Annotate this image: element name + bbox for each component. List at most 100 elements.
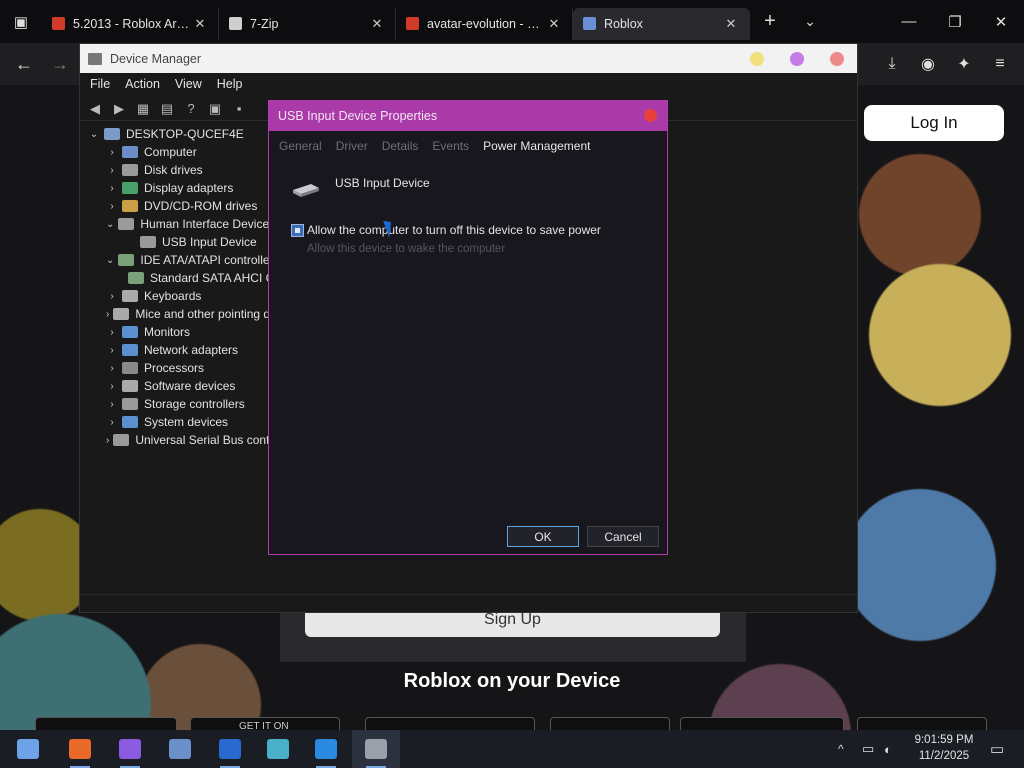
collapse-arrow-icon[interactable]: ⌄ bbox=[88, 129, 100, 140]
expand-arrow-icon[interactable]: › bbox=[106, 399, 118, 410]
menu-file[interactable]: File bbox=[90, 77, 110, 91]
close-button[interactable]: ✕ bbox=[978, 0, 1024, 43]
downloads-icon[interactable]: ⤓ bbox=[874, 43, 910, 85]
back-icon[interactable]: ◀ bbox=[84, 100, 106, 118]
minimize-button[interactable]: — bbox=[886, 0, 932, 43]
tree-node-label: Software devices bbox=[144, 379, 236, 393]
expand-arrow-icon[interactable]: › bbox=[106, 309, 109, 320]
expand-arrow-icon[interactable]: › bbox=[106, 363, 118, 374]
tree-node[interactable]: ⌄ IDE ATA/ATAPI controllers bbox=[80, 251, 270, 269]
allow-turn-off-checkbox[interactable] bbox=[291, 224, 304, 237]
expand-arrow-icon[interactable]: › bbox=[106, 165, 118, 176]
expand-arrow-icon[interactable]: › bbox=[106, 147, 118, 158]
properties-icon[interactable]: ▤ bbox=[156, 100, 178, 118]
browser-tab[interactable]: 5.2013 - Roblox Archive✕ bbox=[42, 7, 219, 40]
menu-help[interactable]: Help bbox=[217, 77, 243, 91]
titlebar-dot-purple[interactable] bbox=[790, 52, 804, 66]
taskbar-powershell-button[interactable] bbox=[206, 730, 254, 768]
tree-node[interactable]: › Computer bbox=[80, 143, 270, 161]
browser-tab[interactable]: 7-Zip ✕ bbox=[219, 7, 396, 40]
taskbar-device-manager-button[interactable] bbox=[352, 730, 400, 768]
tree-node[interactable]: › Network adapters bbox=[80, 341, 270, 359]
login-button[interactable]: Log In bbox=[864, 105, 1004, 141]
notifications-icon[interactable]: ▭ bbox=[990, 730, 1004, 768]
scan-hardware-icon[interactable]: ▪ bbox=[228, 100, 250, 118]
expand-arrow-icon[interactable]: › bbox=[106, 327, 118, 338]
extensions-icon[interactable]: ✦ bbox=[946, 43, 982, 85]
start-icon bbox=[17, 739, 39, 759]
tree-node[interactable]: › Storage controllers bbox=[80, 395, 270, 413]
tab-list-button[interactable]: ⌄ bbox=[790, 13, 830, 30]
tree-node[interactable]: USB Input Device bbox=[80, 233, 270, 251]
titlebar-dot-red[interactable] bbox=[830, 52, 844, 66]
dialog-tab[interactable]: Power Management bbox=[483, 139, 590, 153]
tray-overflow-chevron[interactable]: ^ bbox=[838, 730, 844, 768]
dialog-close-button[interactable] bbox=[644, 109, 657, 122]
titlebar-dot-yellow[interactable] bbox=[750, 52, 764, 66]
expand-arrow-icon[interactable]: › bbox=[106, 291, 118, 302]
device-category-icon bbox=[122, 380, 138, 392]
tree-node[interactable]: › DVD/CD-ROM drives bbox=[80, 197, 270, 215]
tab-overview-icon[interactable]: ▣ bbox=[0, 0, 42, 43]
expand-arrow-icon[interactable]: › bbox=[106, 345, 118, 356]
tab-close-icon[interactable]: ✕ bbox=[546, 16, 562, 32]
tree-node-label: DESKTOP-QUCEF4E bbox=[126, 127, 244, 141]
expand-arrow-icon[interactable]: › bbox=[106, 435, 109, 446]
expand-arrow-icon[interactable]: › bbox=[106, 417, 118, 428]
help-icon[interactable]: ? bbox=[180, 100, 202, 118]
new-tab-button[interactable]: + bbox=[750, 10, 790, 33]
tree-node[interactable]: › Disk drives bbox=[80, 161, 270, 179]
tree-node[interactable]: › Keyboards bbox=[80, 287, 270, 305]
taskbar-task-manager-button[interactable] bbox=[254, 730, 302, 768]
account-icon[interactable]: ◉ bbox=[910, 43, 946, 85]
tab-close-icon[interactable]: ✕ bbox=[723, 16, 739, 32]
forward-button[interactable]: → bbox=[42, 43, 78, 85]
expand-arrow-icon[interactable]: › bbox=[106, 183, 118, 194]
taskbar-clock[interactable]: 9:01:59 PM 11/2/2025 bbox=[908, 732, 980, 764]
expand-arrow-icon[interactable]: › bbox=[106, 201, 118, 212]
volume-icon[interactable]: ◐ bbox=[884, 730, 892, 768]
tree-node[interactable]: › Software devices bbox=[80, 377, 270, 395]
back-button[interactable]: ← bbox=[6, 43, 42, 85]
dialog-tab[interactable]: Events bbox=[432, 139, 469, 153]
view-icon[interactable]: ▣ bbox=[204, 100, 226, 118]
tree-node[interactable]: › Processors bbox=[80, 359, 270, 377]
tab-close-icon[interactable]: ✕ bbox=[369, 16, 385, 32]
tree-node-label: Standard SATA AHCI Controller bbox=[150, 271, 270, 285]
dialog-tab[interactable]: Driver bbox=[336, 139, 368, 153]
tree-node[interactable]: Standard SATA AHCI Controller bbox=[80, 269, 270, 287]
tree-node[interactable]: › Universal Serial Bus controllers bbox=[80, 431, 270, 449]
allow-turn-off-label[interactable]: Allow the computer to turn off this devi… bbox=[307, 223, 601, 237]
ok-button[interactable]: OK bbox=[507, 526, 579, 547]
browser-tab[interactable]: Roblox ✕ bbox=[573, 7, 750, 40]
tree-node-label: USB Input Device bbox=[162, 235, 257, 249]
collapse-arrow-icon[interactable]: ⌄ bbox=[106, 219, 114, 230]
taskbar-settings-button[interactable] bbox=[156, 730, 204, 768]
dialog-tab[interactable]: Details bbox=[382, 139, 419, 153]
tree-node[interactable]: › Display adapters bbox=[80, 179, 270, 197]
cancel-button[interactable]: Cancel bbox=[587, 526, 659, 547]
browser-tab[interactable]: avatar-evolution - Roblox✕ bbox=[396, 7, 573, 40]
tree-node[interactable]: › Monitors bbox=[80, 323, 270, 341]
tab-close-icon[interactable]: ✕ bbox=[192, 16, 208, 32]
tree-node[interactable]: ⌄ Human Interface Devices bbox=[80, 215, 270, 233]
expand-arrow-icon[interactable]: › bbox=[106, 381, 118, 392]
network-icon[interactable]: ▭ bbox=[862, 730, 874, 768]
device-category-icon bbox=[140, 236, 156, 248]
taskbar-roblox-studio-button[interactable] bbox=[302, 730, 350, 768]
tree-node[interactable]: › System devices bbox=[80, 413, 270, 431]
menu-view[interactable]: View bbox=[175, 77, 202, 91]
tree-node[interactable]: › Mice and other pointing devices bbox=[80, 305, 270, 323]
forward-icon[interactable]: ▶ bbox=[108, 100, 130, 118]
dialog-title: USB Input Device Properties bbox=[278, 109, 438, 123]
taskbar-start-button[interactable] bbox=[4, 730, 52, 768]
collapse-arrow-icon[interactable]: ⌄ bbox=[106, 255, 114, 266]
show-hide-tree-icon[interactable]: ▦ bbox=[132, 100, 154, 118]
taskbar-file-explorer-button[interactable] bbox=[106, 730, 154, 768]
tree-node[interactable]: ⌄ DESKTOP-QUCEF4E bbox=[80, 125, 270, 143]
dialog-tab[interactable]: General bbox=[279, 139, 322, 153]
taskbar-firefox-button[interactable] bbox=[56, 730, 104, 768]
maximize-button[interactable]: ❐ bbox=[932, 0, 978, 43]
menu-icon[interactable]: ≡ bbox=[982, 43, 1018, 85]
menu-action[interactable]: Action bbox=[125, 77, 160, 91]
